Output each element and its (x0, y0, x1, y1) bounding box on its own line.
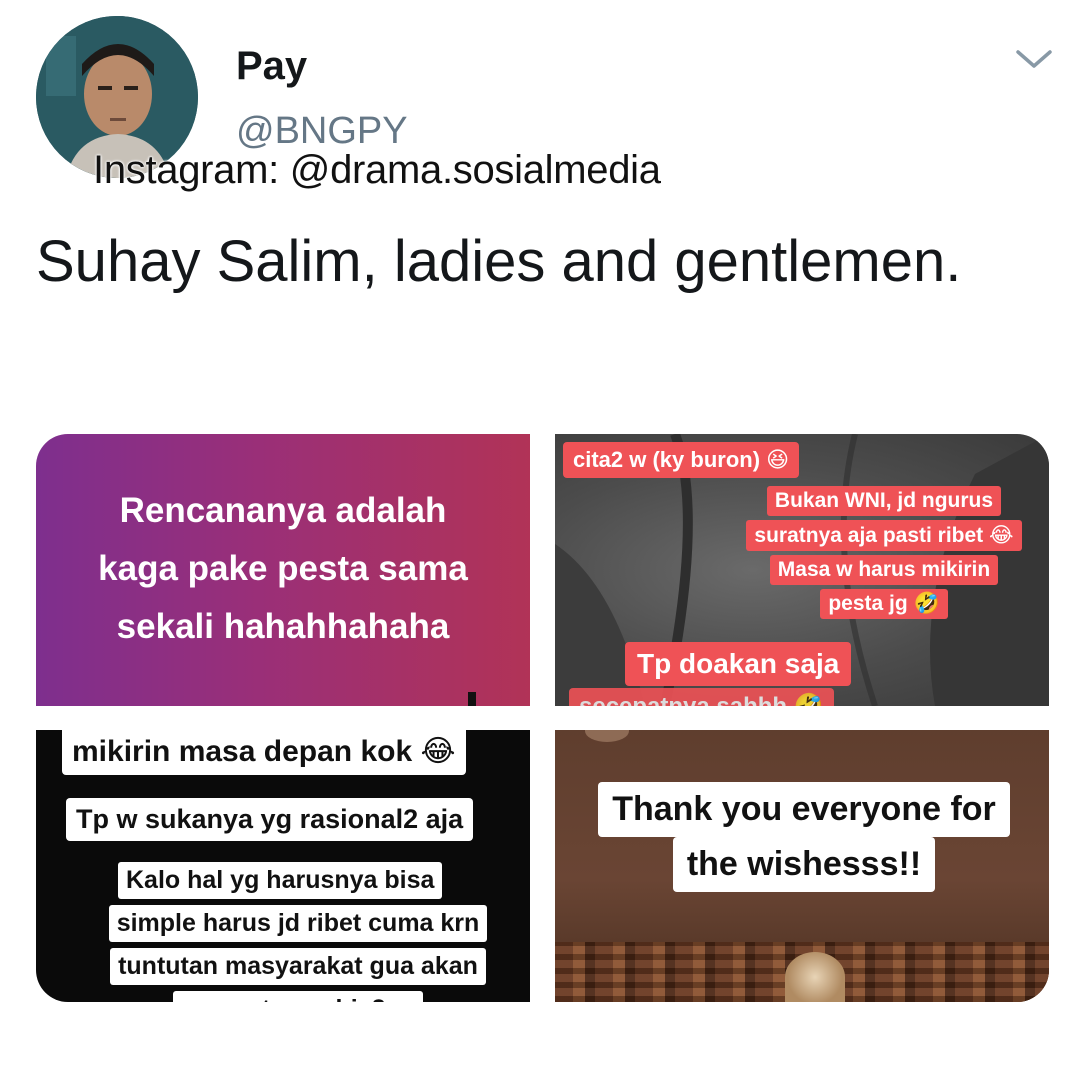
caption-line: Kalo hal yg harusnya bisa (118, 862, 443, 899)
caption-line: kaga pake pesta sama (98, 549, 468, 588)
caption-line: Rencananya adalah (119, 491, 447, 530)
media-tile-1[interactable]: Rencananya adalah kaga pake pesta sama s… (36, 434, 530, 706)
media-tile-2[interactable]: cita2 w (ky buron) 😆 Bukan WNI, jd nguru… (555, 434, 1049, 706)
user-handle[interactable]: @BNGPY (236, 110, 408, 153)
media-tile-4[interactable]: Thank you everyone for the wishesss!! (555, 730, 1049, 1002)
caption-line: Bukan WNI, jd ngurus (766, 486, 1002, 516)
decorative-mark (468, 692, 476, 706)
caption-line: Masa w harus mikirin (769, 555, 999, 585)
tweet-text: Suhay Salim, ladies and gentlemen. (36, 229, 962, 294)
chevron-down-icon[interactable] (1012, 44, 1056, 74)
caption-line: suratnya aja pasti ribet 😂 (746, 520, 1022, 551)
tweet-card: Pay @BNGPY Instagram: @drama.sosialmedia… (0, 0, 1080, 1080)
story-caption: Thank you everyone for the wishesss!! (573, 782, 1035, 892)
display-name[interactable]: Pay (236, 44, 307, 89)
photo-detail (785, 952, 845, 1002)
photo-detail (585, 730, 629, 742)
story-sticker: Tp doakan saja (625, 642, 852, 686)
story-caption: Rencananya adalah kaga pake pesta sama s… (36, 482, 530, 656)
caption-line: tuntutan masyarakat gua akan (110, 948, 486, 985)
caption-line: the wishesss!! (672, 837, 936, 892)
watermark-text: Instagram: @drama.sosialmedia (93, 148, 661, 192)
story-caption: Tp w sukanya yg rasional2 aja (66, 798, 474, 841)
story-caption: Kalo hal yg harusnya bisa simple harus j… (66, 862, 530, 1002)
story-caption: Bukan WNI, jd ngurus suratnya aja pasti … (725, 486, 1043, 623)
caption-line: pesta jg 🤣 (820, 589, 948, 619)
caption-line: sekali hahahhahaha (116, 607, 450, 646)
media-grid: Rencananya adalah kaga pake pesta sama s… (36, 434, 1049, 1002)
story-sticker: secepatnya sahhh 🤣 (569, 688, 834, 706)
story-caption: mikirin masa depan kok 😂 (62, 730, 466, 775)
caption-line: menentang abis2an (173, 991, 423, 1002)
story-sticker: cita2 w (ky buron) 😆 (563, 442, 800, 478)
caption-line: simple harus jd ribet cuma krn (108, 905, 488, 942)
media-tile-3[interactable]: mikirin masa depan kok 😂 Tp w sukanya yg… (36, 730, 530, 1002)
caption-line: Thank you everyone for (598, 782, 1010, 837)
